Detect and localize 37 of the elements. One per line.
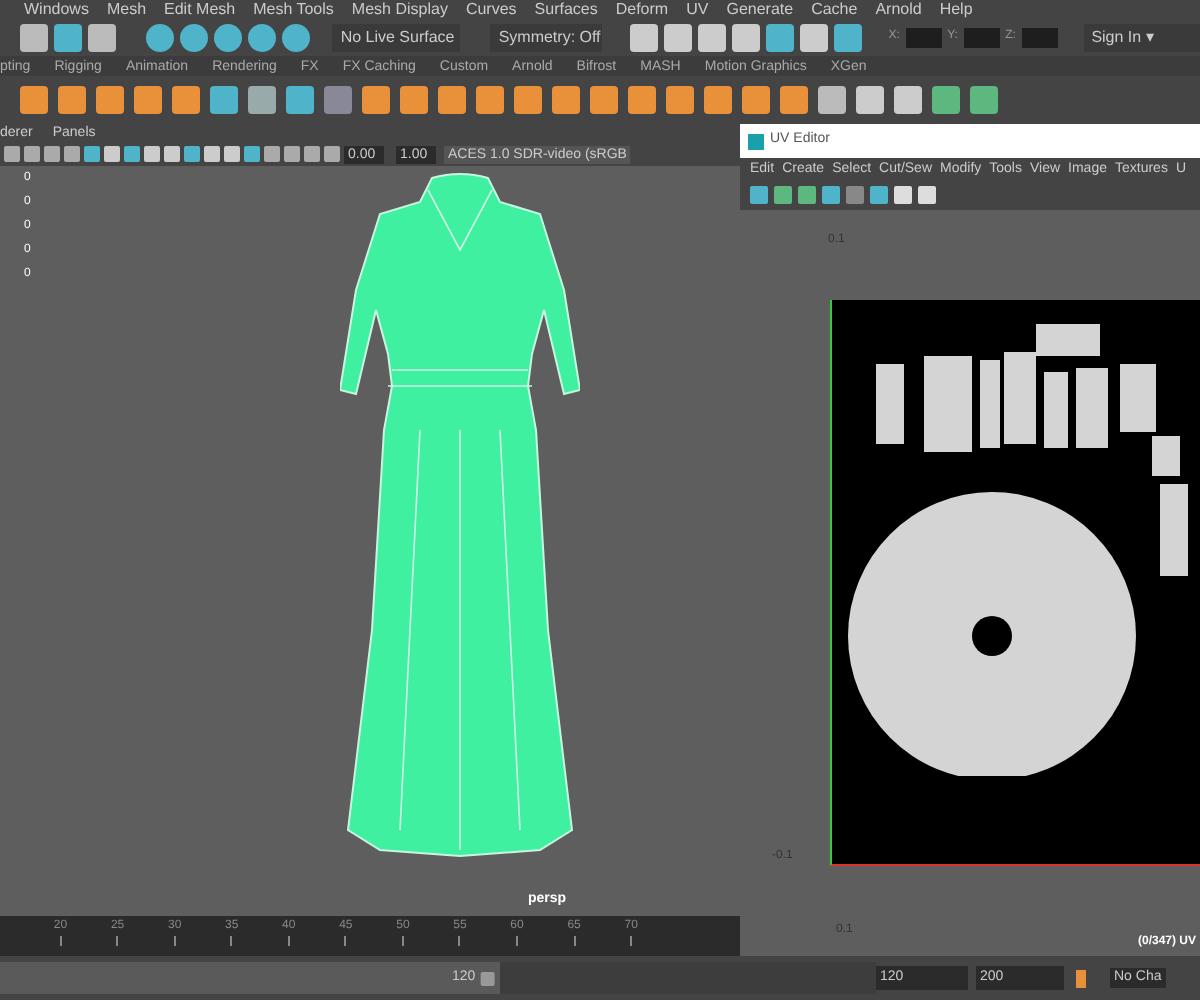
menu-item[interactable]: Mesh Display	[351, 1, 448, 17]
menu-item[interactable]: Cache	[811, 1, 858, 17]
tool-icon[interactable]	[697, 23, 726, 51]
tool-icon[interactable]	[248, 23, 277, 51]
menu-item[interactable]: Edit Mesh	[164, 1, 236, 17]
tool-icon[interactable]	[663, 23, 692, 51]
tool-icon[interactable]	[282, 23, 311, 51]
tool-icon[interactable]	[731, 23, 760, 51]
sign-in-dropdown[interactable]: Sign In ▾	[1083, 23, 1200, 51]
coordinate-field[interactable]	[905, 27, 942, 47]
live-surface-field[interactable]: No Live Surface	[332, 23, 461, 51]
tool-icon[interactable]	[180, 23, 209, 51]
menu-item[interactable]: Help	[939, 1, 973, 17]
menu-item[interactable]: Generate	[726, 1, 794, 17]
menu-item[interactable]: Surfaces	[534, 1, 598, 17]
tool-icon[interactable]	[629, 23, 658, 51]
coordinate-field[interactable]	[963, 27, 1000, 47]
tool-icon[interactable]	[833, 23, 862, 51]
menu-item[interactable]: UV	[686, 1, 709, 17]
tool-icon[interactable]	[799, 23, 828, 51]
symmetry-dropdown[interactable]: Symmetry: Off	[490, 23, 603, 51]
app-logo-icon	[748, 133, 764, 149]
bookmark-icon[interactable]	[1076, 969, 1086, 987]
coordinate-field[interactable]	[1021, 27, 1058, 47]
tool-icon[interactable]	[214, 23, 243, 51]
tool-icon[interactable]	[765, 23, 794, 51]
range-slider-fill[interactable]	[0, 962, 500, 994]
menu-item[interactable]: Arnold	[875, 1, 922, 17]
menu-item[interactable]: Curves	[465, 1, 517, 17]
menu-item[interactable]: Mesh	[106, 1, 147, 17]
tool-icon[interactable]	[20, 23, 48, 51]
tool-icon[interactable]	[146, 23, 175, 51]
tool-icon[interactable]	[54, 23, 82, 51]
menu-item[interactable]: Mesh Tools	[253, 1, 334, 17]
tool-icon[interactable]	[88, 23, 116, 51]
menu-item[interactable]: Windows	[24, 1, 89, 17]
menu-item[interactable]: Deform	[615, 1, 669, 17]
